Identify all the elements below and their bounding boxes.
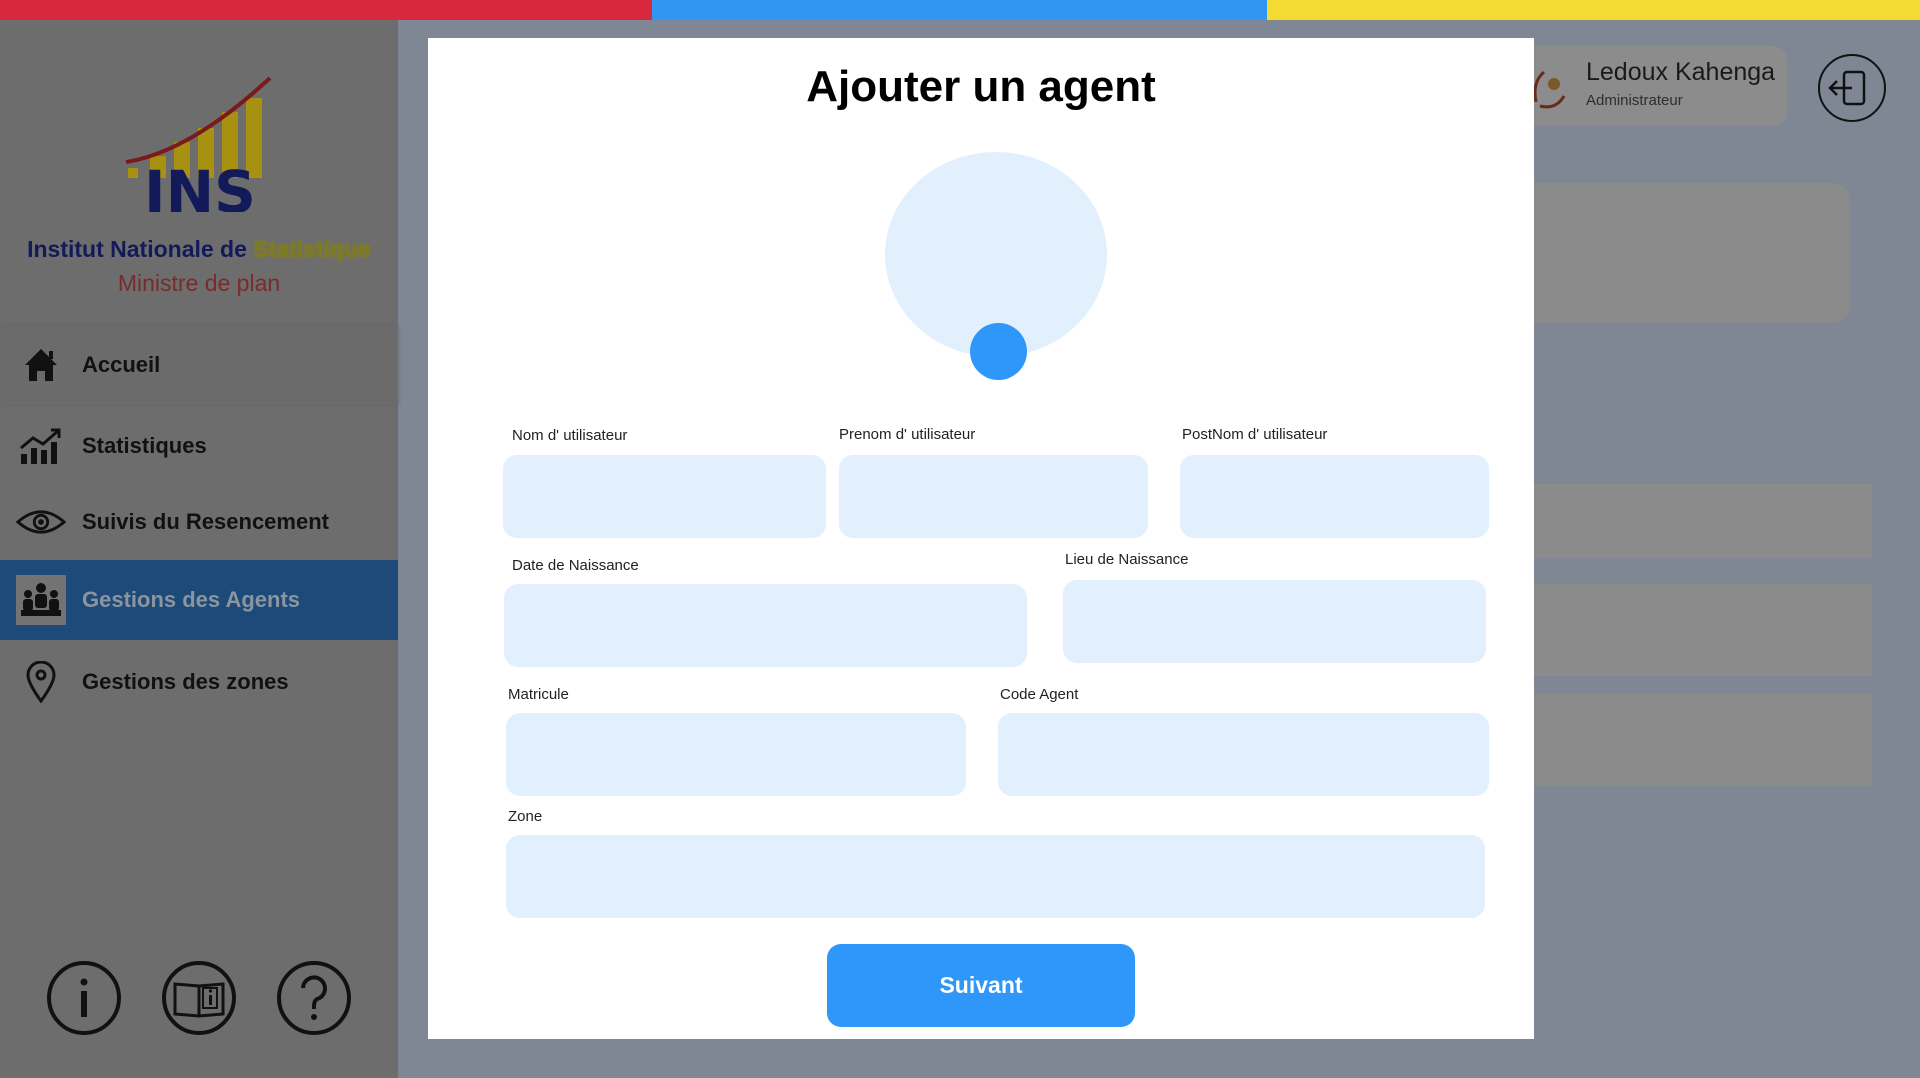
- people-icon: [16, 575, 66, 625]
- logout-button[interactable]: [1818, 54, 1886, 122]
- sidebar-item-label: Accueil: [82, 352, 161, 377]
- code-agent-label: Code Agent: [1000, 686, 1079, 703]
- nom-input[interactable]: [503, 455, 826, 538]
- org-name-part2: Statistique: [253, 236, 371, 262]
- flag-yellow-band: [1267, 0, 1920, 20]
- prenom-label: Prenom d' utilisateur: [839, 426, 976, 443]
- flag-red-band: [0, 0, 652, 20]
- date-naissance-input[interactable]: [504, 584, 1027, 667]
- map-pin-icon: [16, 657, 66, 707]
- org-name: Institut Nationale de Statistique: [0, 236, 398, 263]
- guide-button[interactable]: [161, 960, 237, 1036]
- info-button[interactable]: [46, 960, 122, 1036]
- sidebar-item-label: Gestions des zones: [82, 669, 289, 694]
- user-avatar: [1530, 62, 1570, 112]
- modal-title: Ajouter un agent: [806, 62, 1156, 111]
- suivant-button[interactable]: Suivant: [827, 944, 1135, 1027]
- org-name-part1: Institut Nationale de: [27, 236, 254, 262]
- nom-label: Nom d' utilisateur: [512, 427, 628, 444]
- ins-logo: INS: [125, 76, 272, 212]
- background-row: [1500, 584, 1872, 676]
- background-row: [1500, 694, 1872, 786]
- sidebar-item-label: Statistiques: [82, 433, 207, 458]
- lieu-naissance-input[interactable]: [1063, 580, 1486, 663]
- sidebar-item-suivis[interactable]: Suivis du Resencement: [0, 482, 398, 562]
- org-subtitle: Ministre de plan: [117, 270, 281, 296]
- logout-icon: [1828, 70, 1866, 106]
- lieu-naissance-label: Lieu de Naissance: [1065, 551, 1189, 568]
- background-card: [1500, 183, 1850, 323]
- code-agent-input[interactable]: [998, 713, 1489, 796]
- help-button[interactable]: [276, 960, 352, 1036]
- sidebar: INS Institut Nationale de Statistique Mi…: [0, 20, 398, 1078]
- upload-photo-button[interactable]: [970, 323, 1027, 380]
- help-icon: [277, 961, 351, 1035]
- eye-icon: [16, 497, 66, 547]
- sidebar-item-accueil[interactable]: Accueil: [0, 325, 398, 405]
- background-row: [1500, 484, 1872, 558]
- chart-icon: [16, 421, 66, 471]
- sidebar-item-label: Gestions des Agents: [82, 587, 301, 612]
- matricule-input[interactable]: [506, 713, 966, 796]
- user-name: Ledoux Kahenga: [1586, 58, 1776, 86]
- user-role: Administrateur: [1586, 92, 1683, 109]
- date-naissance-label: Date de Naissance: [512, 557, 639, 574]
- sidebar-item-gestions-agents[interactable]: Gestions des Agents: [0, 560, 398, 640]
- flag-stripe: [0, 0, 1920, 20]
- sidebar-item-label: Suivis du Resencement: [82, 509, 329, 534]
- svg-text:INS: INS: [144, 158, 256, 212]
- sidebar-item-statistiques[interactable]: Statistiques: [0, 406, 398, 486]
- sidebar-item-gestions-zones[interactable]: Gestions des zones: [0, 642, 398, 722]
- zone-input[interactable]: [506, 835, 1485, 918]
- home-icon: [16, 340, 66, 390]
- zone-label: Zone: [508, 808, 543, 825]
- matricule-label: Matricule: [508, 686, 569, 703]
- flag-blue-band: [652, 0, 1267, 20]
- prenom-input[interactable]: [839, 455, 1148, 538]
- book-info-icon: [162, 961, 236, 1035]
- postnom-input[interactable]: [1180, 455, 1489, 538]
- postnom-label: PostNom d' utilisateur: [1182, 426, 1328, 443]
- info-icon: [47, 961, 121, 1035]
